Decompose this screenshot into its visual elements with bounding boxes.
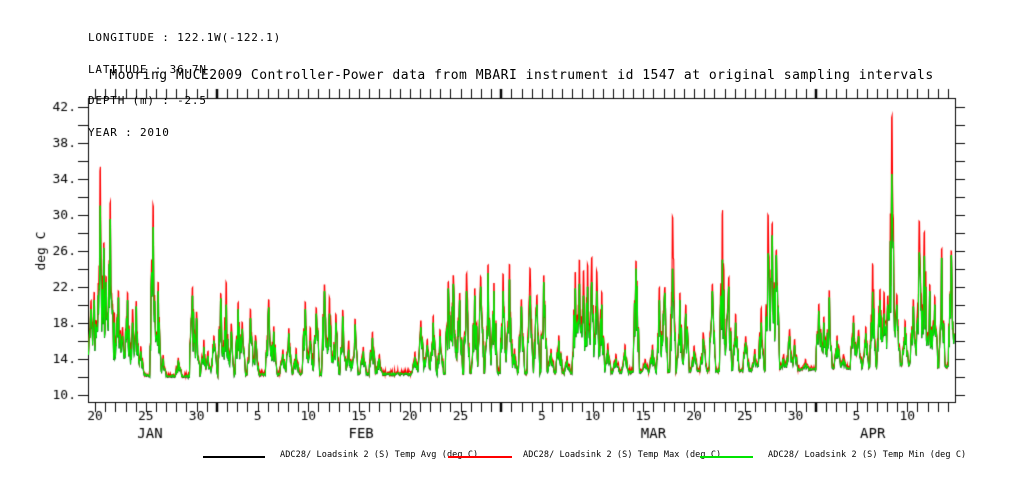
temperature-time-series-chart [0,0,1009,504]
plot-page: LONGITUDE : 122.1W(-122.1) LATITUDE : 36… [0,0,1009,504]
